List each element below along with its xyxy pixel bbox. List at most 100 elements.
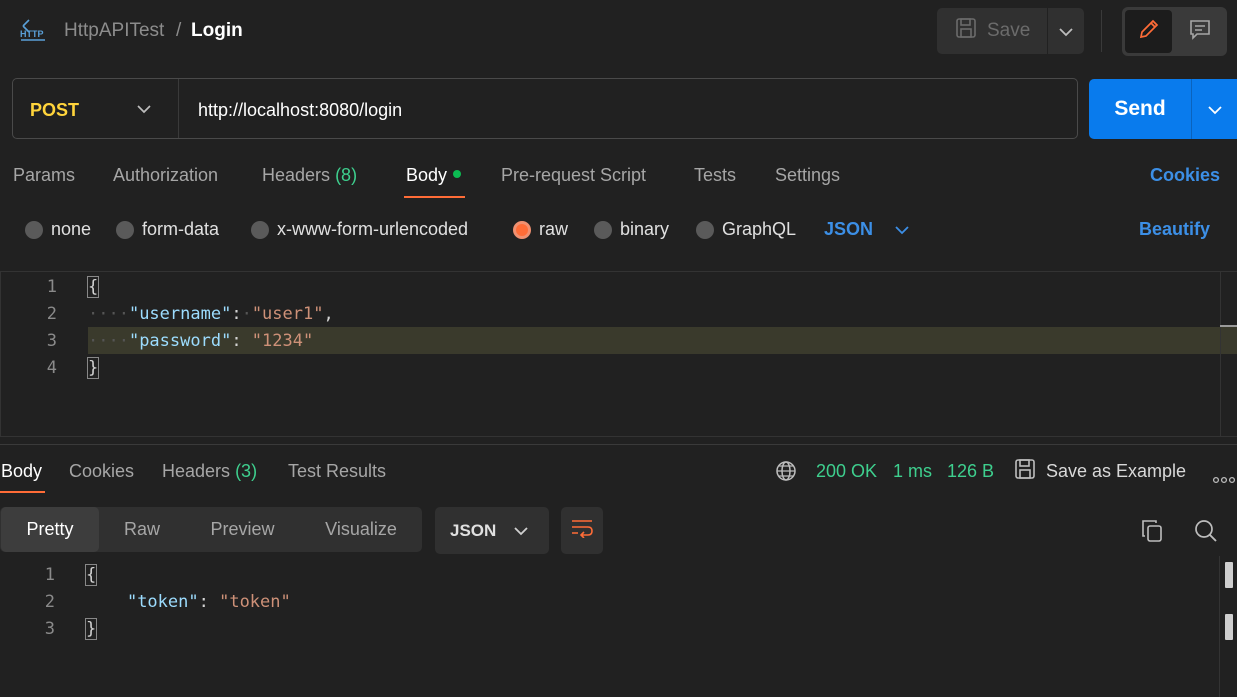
json-string: "1234" — [251, 331, 314, 351]
beautify-link[interactable]: Beautify — [1139, 219, 1210, 240]
response-time[interactable]: 1 ms — [893, 461, 932, 482]
json-key: "password" — [128, 331, 232, 351]
radio-indicator — [251, 220, 269, 239]
tab-params[interactable]: Params — [13, 165, 75, 186]
breadcrumb-request-name[interactable]: Login — [191, 20, 243, 42]
body-language-select[interactable]: JSON — [824, 219, 909, 240]
chevron-down-icon — [895, 219, 909, 240]
line-number: 2 — [44, 592, 55, 612]
tab-authorization[interactable]: Authorization — [113, 165, 218, 186]
chevron-down-icon — [514, 521, 528, 541]
copy-icon[interactable] — [1141, 519, 1163, 548]
radio-urlencoded[interactable]: x-www-form-urlencoded — [251, 219, 468, 240]
code-brace: { — [86, 276, 100, 298]
code-punct: : — [198, 592, 220, 612]
pane-divider[interactable] — [0, 444, 1237, 445]
view-pretty-button[interactable]: Pretty — [1, 507, 99, 552]
whitespace-marker: ···· — [88, 331, 129, 351]
tab-headers[interactable]: Headers (8) — [262, 165, 357, 186]
save-as-example-button[interactable]: Save as Example — [1014, 458, 1186, 485]
chevron-down-icon — [1207, 99, 1222, 120]
radio-binary[interactable]: binary — [594, 219, 669, 240]
tab-pre-request-script[interactable]: Pre-request Script — [501, 165, 646, 186]
tab-tests[interactable]: Tests — [694, 165, 736, 186]
line-number: 4 — [46, 358, 57, 378]
radio-label: raw — [539, 219, 569, 239]
radio-graphql[interactable]: GraphQL — [696, 219, 796, 240]
radio-indicator — [696, 220, 714, 239]
wrap-lines-button[interactable] — [561, 507, 603, 554]
radio-form-data[interactable]: form-data — [116, 219, 219, 240]
response-tab-body[interactable]: Body — [1, 461, 42, 482]
line-number: 1 — [46, 277, 57, 297]
code-line[interactable]: { — [84, 564, 98, 586]
view-raw-button[interactable]: Raw — [99, 507, 185, 552]
editor-border — [0, 271, 1237, 272]
radio-label: none — [51, 219, 92, 239]
status-code[interactable]: 200 OK — [816, 461, 877, 482]
url-input[interactable] — [198, 97, 1058, 123]
editor-border — [0, 271, 1, 437]
response-tab-test-results[interactable]: Test Results — [288, 461, 386, 482]
editor-scrollbar[interactable] — [1220, 272, 1221, 436]
json-key: "token" — [126, 592, 199, 612]
response-tab-headers-label: Headers — [162, 461, 231, 481]
whitespace-marker: · — [241, 304, 252, 324]
tab-body[interactable]: Body — [406, 165, 462, 186]
send-options-button[interactable] — [1191, 79, 1237, 139]
save-button[interactable]: Save — [937, 8, 1047, 54]
edit-mode-button[interactable] — [1125, 10, 1172, 53]
code-punct: , — [323, 304, 334, 324]
radio-indicator — [25, 220, 43, 239]
save-icon — [955, 17, 977, 45]
send-button[interactable]: Send — [1089, 79, 1191, 139]
response-tab-cookies[interactable]: Cookies — [69, 461, 134, 482]
view-preview-button[interactable]: Preview — [185, 507, 300, 552]
comments-mode-button[interactable] — [1176, 10, 1223, 53]
more-options-icon[interactable] — [1212, 468, 1236, 489]
method-select[interactable]: POST — [30, 100, 79, 121]
radio-raw[interactable]: raw — [513, 219, 568, 240]
response-tab-headers[interactable]: Headers (3) — [162, 461, 257, 482]
line-number: 1 — [44, 565, 55, 585]
whitespace-marker: ···· — [88, 304, 129, 324]
tab-headers-label: Headers — [262, 165, 331, 185]
radio-indicator — [594, 220, 612, 239]
response-format-label: JSON — [450, 520, 497, 540]
active-tab-indicator — [404, 196, 465, 198]
view-visualize-button[interactable]: Visualize — [300, 507, 422, 552]
save-as-example-label: Save as Example — [1046, 461, 1187, 481]
globe-icon[interactable] — [775, 460, 797, 487]
tab-settings[interactable]: Settings — [775, 165, 840, 186]
response-scrollbar-track — [1219, 556, 1220, 697]
body-language-label: JSON — [824, 219, 874, 239]
code-line[interactable]: { — [86, 276, 100, 298]
response-scrollbar-thumb[interactable] — [1225, 562, 1233, 588]
code-line[interactable]: ····"password": "1234" — [88, 331, 313, 351]
json-key: "username" — [128, 304, 232, 324]
response-size[interactable]: 126 B — [947, 461, 994, 482]
radio-none[interactable]: none — [25, 219, 91, 240]
cookies-link[interactable]: Cookies — [1150, 165, 1220, 186]
response-format-select[interactable]: JSON — [435, 507, 549, 554]
toolbar-divider — [1101, 10, 1102, 52]
save-label: Save — [987, 20, 1031, 41]
breadcrumb-separator: / — [176, 20, 182, 41]
chevron-down-icon[interactable] — [136, 101, 152, 122]
code-line[interactable]: } — [84, 618, 98, 640]
scrollbar-marker — [1220, 325, 1237, 327]
search-icon[interactable] — [1194, 519, 1218, 548]
response-headers-count: (3) — [235, 461, 258, 481]
headers-count: (8) — [335, 165, 358, 185]
code-line[interactable]: "token": "token" — [86, 592, 291, 612]
http-icon: HTTP — [19, 18, 47, 44]
breadcrumb-collection[interactable]: HttpAPITest — [64, 20, 164, 42]
code-line[interactable]: } — [86, 357, 100, 379]
code-line[interactable]: ····"username":·"user1", — [88, 304, 334, 324]
code-punct: : — [231, 331, 252, 351]
radio-indicator — [116, 220, 134, 239]
wrap-lines-icon — [570, 518, 594, 543]
radio-label: form-data — [142, 219, 220, 239]
save-icon — [1014, 458, 1036, 485]
save-options-button[interactable] — [1048, 8, 1084, 54]
